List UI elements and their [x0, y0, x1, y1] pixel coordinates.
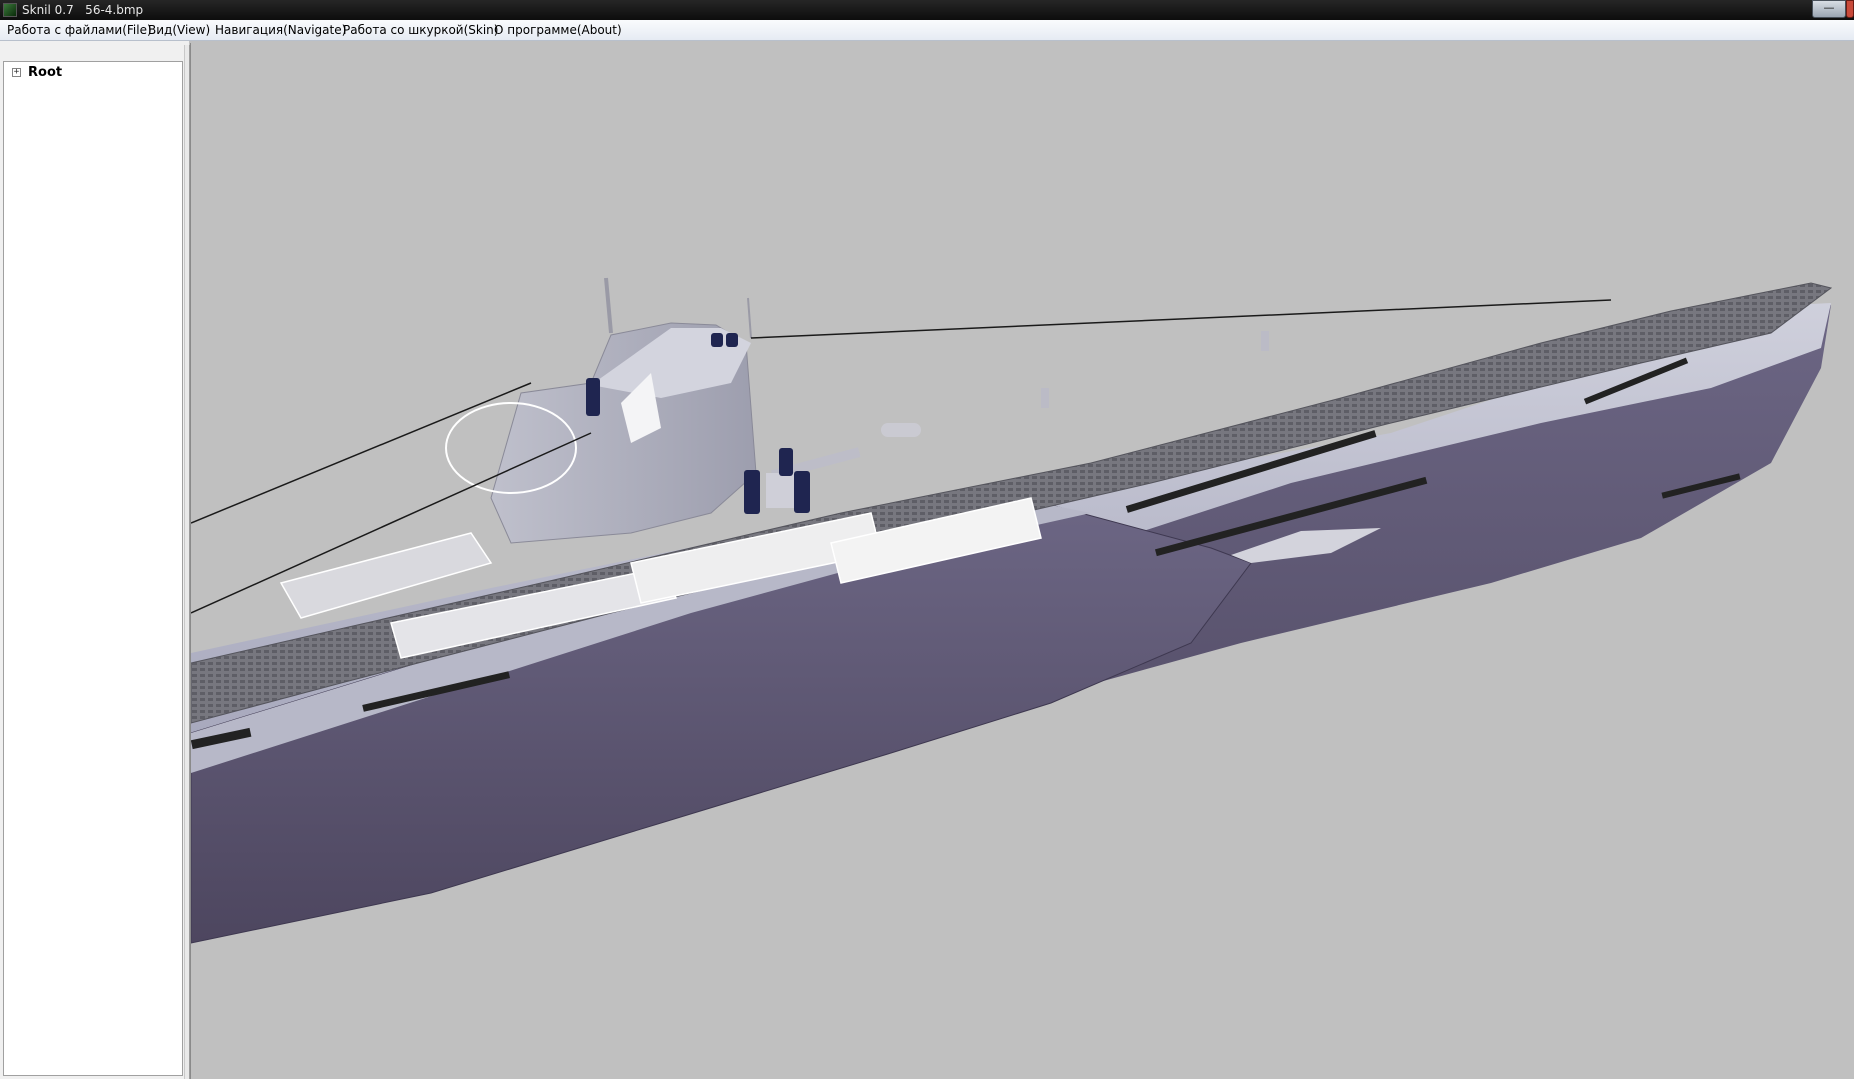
expand-icon[interactable]: +: [12, 68, 21, 77]
antenna: [747, 297, 752, 339]
bow-vent-pipe: [1261, 331, 1269, 351]
app-icon: [3, 3, 17, 17]
menu-file[interactable]: Работа с файлами(File): [7, 23, 152, 38]
vent-pipes: [1041, 388, 1049, 408]
periscope: [604, 277, 613, 334]
3d-viewport[interactable]: [190, 43, 1854, 1079]
minimize-icon: —: [1823, 1, 1835, 14]
menu-about[interactable]: О программе(About): [494, 23, 622, 38]
tree-view[interactable]: + Root: [3, 61, 183, 1076]
menu-view[interactable]: Вид(View): [148, 23, 210, 38]
submarine-model: [191, 277, 1833, 944]
menu-navigate[interactable]: Навигация(Navigate): [215, 23, 346, 38]
window-title: Sknil 0.7 56-4.bmp: [22, 3, 144, 17]
menu-bar: Работа с файлами(File) Вид(View) Навигац…: [0, 20, 1854, 41]
minimize-button[interactable]: —: [1812, 0, 1846, 18]
menu-skin[interactable]: Работа со шкуркой(Skin): [343, 23, 498, 38]
deck-hatch: [881, 423, 921, 437]
title-bar: Sknil 0.7 56-4.bmp —: [0, 0, 1854, 20]
tree-node-label[interactable]: Root: [28, 65, 62, 81]
close-button[interactable]: [1846, 0, 1854, 18]
